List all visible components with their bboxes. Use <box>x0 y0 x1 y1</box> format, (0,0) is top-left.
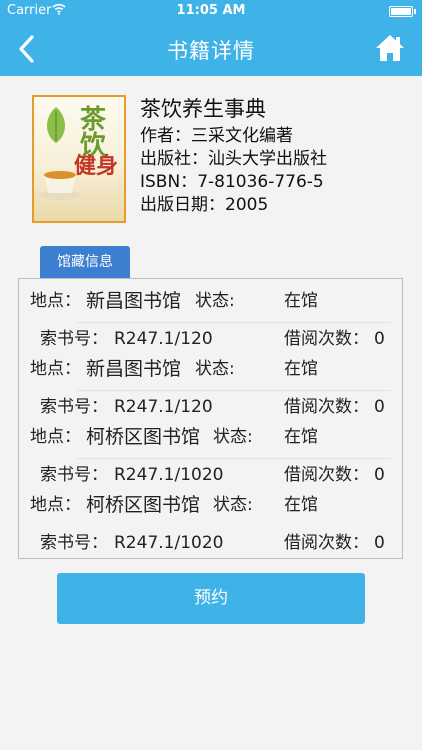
publish-date-label: 出版日期： <box>140 195 225 215</box>
borrow-count-value: 0 <box>374 397 385 417</box>
status-value: 在馆 <box>284 427 318 447</box>
tea-leaf-icon <box>47 107 65 143</box>
book-summary: 茶饮 健身 茶饮养生事典 作者：三采文化编著 出版社：汕头大学出版社 ISBN：… <box>32 95 412 225</box>
holding-item: 地点： 柯桥区图书馆 状态: 在馆 索书号： R247.1/1020 借阅次数：… <box>19 423 402 491</box>
call-number-value: R247.1/1020 <box>114 533 224 553</box>
isbn-label: ISBN： <box>140 172 198 192</box>
row-divider <box>77 458 391 459</box>
row-divider <box>77 390 391 391</box>
location-value: 柯桥区图书馆 <box>86 426 201 448</box>
publish-date-value: 2005 <box>225 195 269 215</box>
cover-title-line1: 茶饮 <box>80 105 107 161</box>
author-label: 作者： <box>140 126 191 146</box>
call-number-value: R247.1/120 <box>114 397 213 417</box>
author-value: 三采文化编著 <box>191 126 293 146</box>
home-button[interactable] <box>374 32 406 64</box>
call-number-value: R247.1/1020 <box>114 465 224 485</box>
publisher-value: 汕头大学出版社 <box>208 149 327 169</box>
location-label: 地点： <box>30 427 81 447</box>
book-title: 茶饮养生事典 <box>140 97 266 121</box>
status-value: 在馆 <box>284 291 318 311</box>
publisher-label: 出版社： <box>140 149 208 169</box>
tab-holdings[interactable]: 馆藏信息 <box>40 246 130 278</box>
status-value: 在馆 <box>284 495 318 515</box>
location-value: 新昌图书馆 <box>86 290 182 312</box>
holding-item: 地点： 柯桥区图书馆 状态: 在馆 索书号： R247.1/1020 借阅次数：… <box>19 491 402 559</box>
status-bar: Carrier 11:05 AM <box>0 0 422 22</box>
row-divider <box>77 322 391 323</box>
page-title: 书籍详情 <box>167 39 255 63</box>
borrow-count-label: 借阅次数： <box>284 329 369 349</box>
borrow-count-label: 借阅次数： <box>284 533 369 553</box>
status-label: 状态: <box>213 495 253 515</box>
status-label: 状态: <box>195 291 235 311</box>
call-number-label: 索书号： <box>40 397 108 417</box>
location-value: 新昌图书馆 <box>86 358 182 380</box>
author-row: 作者：三采文化编著 <box>140 125 327 148</box>
cover-title-line2: 健身 <box>74 153 119 179</box>
call-number-label: 索书号： <box>40 329 108 349</box>
isbn-value: 7-81036-776-5 <box>197 172 324 192</box>
borrow-count-label: 借阅次数： <box>284 397 369 417</box>
publisher-row: 出版社：汕头大学出版社 <box>140 148 327 171</box>
location-label: 地点： <box>30 495 81 515</box>
battery-icon <box>389 6 416 17</box>
holding-item: 地点： 新昌图书馆 状态: 在馆 索书号： R247.1/120 借阅次数： 0 <box>19 355 402 423</box>
location-label: 地点： <box>30 359 81 379</box>
status-label: 状态: <box>195 359 235 379</box>
location-label: 地点： <box>30 291 81 311</box>
status-label: 状态: <box>213 427 253 447</box>
publish-date-row: 出版日期：2005 <box>140 194 327 217</box>
book-cover: 茶饮 健身 <box>32 95 126 223</box>
borrow-count-label: 借阅次数： <box>284 465 369 485</box>
holdings-list: 地点： 新昌图书馆 状态: 在馆 索书号： R247.1/120 借阅次数： 0… <box>18 278 403 559</box>
status-value: 在馆 <box>284 359 318 379</box>
borrow-count-value: 0 <box>374 533 385 553</box>
navigation-bar: 书籍详情 <box>0 22 422 76</box>
call-number-label: 索书号： <box>40 533 108 553</box>
reserve-button[interactable]: 预约 <box>57 573 365 624</box>
location-value: 柯桥区图书馆 <box>86 494 201 516</box>
holding-item: 地点： 新昌图书馆 状态: 在馆 索书号： R247.1/120 借阅次数： 0 <box>19 287 402 355</box>
borrow-count-value: 0 <box>374 329 385 349</box>
borrow-count-value: 0 <box>374 465 385 485</box>
call-number-label: 索书号： <box>40 465 108 485</box>
call-number-value: R247.1/120 <box>114 329 213 349</box>
book-info: 茶饮养生事典 作者：三采文化编著 出版社：汕头大学出版社 ISBN：7-8103… <box>140 95 327 217</box>
clock: 11:05 AM <box>176 3 246 18</box>
isbn-row: ISBN：7-81036-776-5 <box>140 171 327 194</box>
